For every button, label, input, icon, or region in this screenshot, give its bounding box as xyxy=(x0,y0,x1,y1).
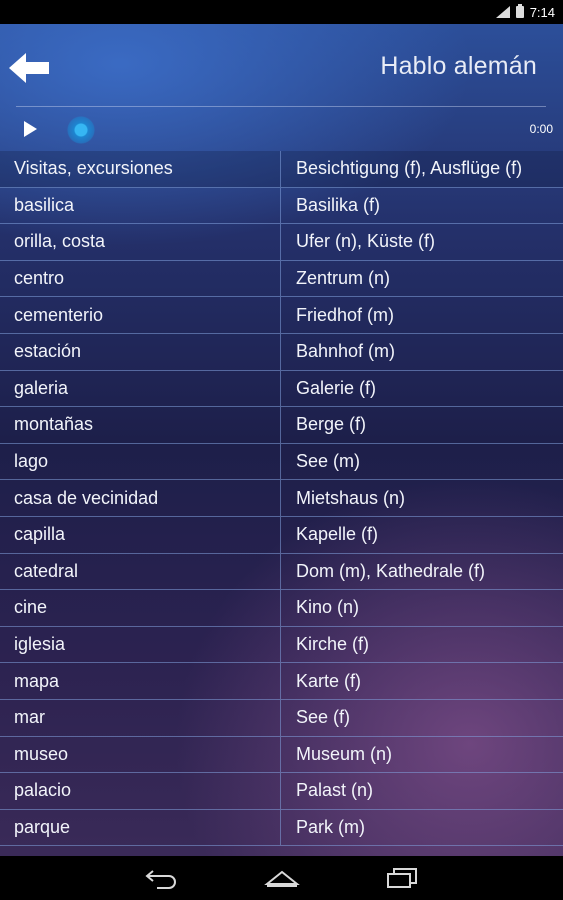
table-row[interactable]: museo Museum (n) xyxy=(0,736,563,774)
german-term: Basilika (f) xyxy=(296,194,381,215)
table-row[interactable]: capilla Kapelle (f) xyxy=(0,516,563,554)
german-term: See (m) xyxy=(296,451,361,472)
vocabulary-table: Visitas, excursiones Besichtigung (f), Au… xyxy=(0,151,563,847)
table-row[interactable]: mapa Karte (f) xyxy=(0,663,563,700)
nav-recents-button[interactable] xyxy=(382,863,422,893)
german-term: Park (m) xyxy=(296,816,365,837)
spanish-term: casa de vecinidad xyxy=(0,480,281,516)
table-row[interactable]: catedral Dom (m), Kathedrale (f) xyxy=(0,553,563,591)
german-term: Dom (m), Kathedrale (f) xyxy=(296,560,486,581)
table-row[interactable]: centro Zentrum (n) xyxy=(0,260,563,298)
table-row[interactable]: casa de vecinidad Mietshaus (n) xyxy=(0,480,563,517)
german-term: Mietshaus (n) xyxy=(296,487,406,508)
play-button[interactable] xyxy=(18,118,42,140)
home-icon xyxy=(263,870,300,887)
spanish-term: basilica xyxy=(0,187,281,224)
spanish-term: parque xyxy=(0,809,281,846)
spanish-term: centro xyxy=(0,260,281,297)
spanish-term: estación xyxy=(0,333,281,370)
nav-home-button[interactable] xyxy=(262,863,302,893)
spanish-term: capilla xyxy=(0,516,281,553)
audio-player: 0:00 xyxy=(0,107,563,151)
spanish-term: mapa xyxy=(0,663,281,699)
spanish-term: Visitas, excursiones xyxy=(0,151,281,187)
german-term: Berge (f) xyxy=(296,414,367,435)
back-icon xyxy=(144,870,176,889)
german-term: Palast (n) xyxy=(296,780,374,801)
spanish-term: galeria xyxy=(0,370,281,407)
table-row[interactable]: cementerio Friedhof (m) xyxy=(0,297,563,334)
table-row[interactable]: mar See (f) xyxy=(0,699,563,737)
app-screen: Hablo alemán 0:00 Visitas, excursiones Be… xyxy=(0,24,563,856)
table-row[interactable]: lago See (m) xyxy=(0,443,563,481)
german-term: Zentrum (n) xyxy=(296,268,391,289)
german-term: Friedhof (m) xyxy=(296,304,395,325)
spanish-term: museo xyxy=(0,736,281,773)
spanish-term: palacio xyxy=(0,773,281,809)
back-button[interactable] xyxy=(8,46,52,90)
spanish-term: lago xyxy=(0,443,281,480)
status-bar: 7:14 xyxy=(0,0,563,24)
table-row[interactable]: basilica Basilika (f) xyxy=(0,187,563,225)
table-row[interactable]: orilla, costa Ufer (n), Küste (f) xyxy=(0,224,563,261)
table-row[interactable]: Visitas, excursiones Besichtigung (f), Au… xyxy=(0,151,563,188)
spanish-term: cine xyxy=(0,590,281,626)
german-term: Kapelle (f) xyxy=(296,524,379,545)
spanish-term: iglesia xyxy=(0,626,281,663)
status-time: 7:14 xyxy=(529,4,555,20)
german-term: Besichtigung (f), Ausflüge (f) xyxy=(296,158,523,179)
table-row[interactable]: estación Bahnhof (m) xyxy=(0,333,563,371)
spanish-term: montañas xyxy=(0,407,281,443)
table-row[interactable]: montañas Berge (f) xyxy=(0,407,563,444)
german-term: Kino (n) xyxy=(296,597,360,618)
table-row[interactable]: cine Kino (n) xyxy=(0,590,563,627)
german-term: Ufer (n), Küste (f) xyxy=(296,231,436,252)
seek-slider[interactable] xyxy=(67,116,95,144)
spanish-term: orilla, costa xyxy=(0,224,281,260)
german-term: Galerie (f) xyxy=(296,377,377,398)
battery-icon xyxy=(515,4,524,18)
spanish-term: mar xyxy=(0,699,281,736)
playback-time: 0:00 xyxy=(529,122,553,136)
arrow-left-icon xyxy=(9,53,49,83)
signal-icon xyxy=(495,6,510,18)
nav-back-button[interactable] xyxy=(142,863,182,893)
german-term: Kirche (f) xyxy=(296,634,370,655)
table-row[interactable]: iglesia Kirche (f) xyxy=(0,626,563,664)
page-title: Hablo alemán xyxy=(380,52,537,80)
german-term: See (f) xyxy=(296,707,351,728)
german-term: Karte (f) xyxy=(296,670,362,691)
header: Hablo alemán xyxy=(0,24,563,106)
spanish-term: catedral xyxy=(0,553,281,590)
recents-icon xyxy=(386,868,417,888)
table-row[interactable]: palacio Palast (n) xyxy=(0,773,563,810)
german-term: Museum (n) xyxy=(296,743,393,764)
table-row[interactable]: galeria Galerie (f) xyxy=(0,370,563,408)
german-term: Bahnhof (m) xyxy=(296,341,396,362)
spanish-term: cementerio xyxy=(0,297,281,333)
play-icon xyxy=(23,121,37,137)
navigation-bar xyxy=(0,856,563,900)
table-row[interactable]: parque Park (m) xyxy=(0,809,563,847)
